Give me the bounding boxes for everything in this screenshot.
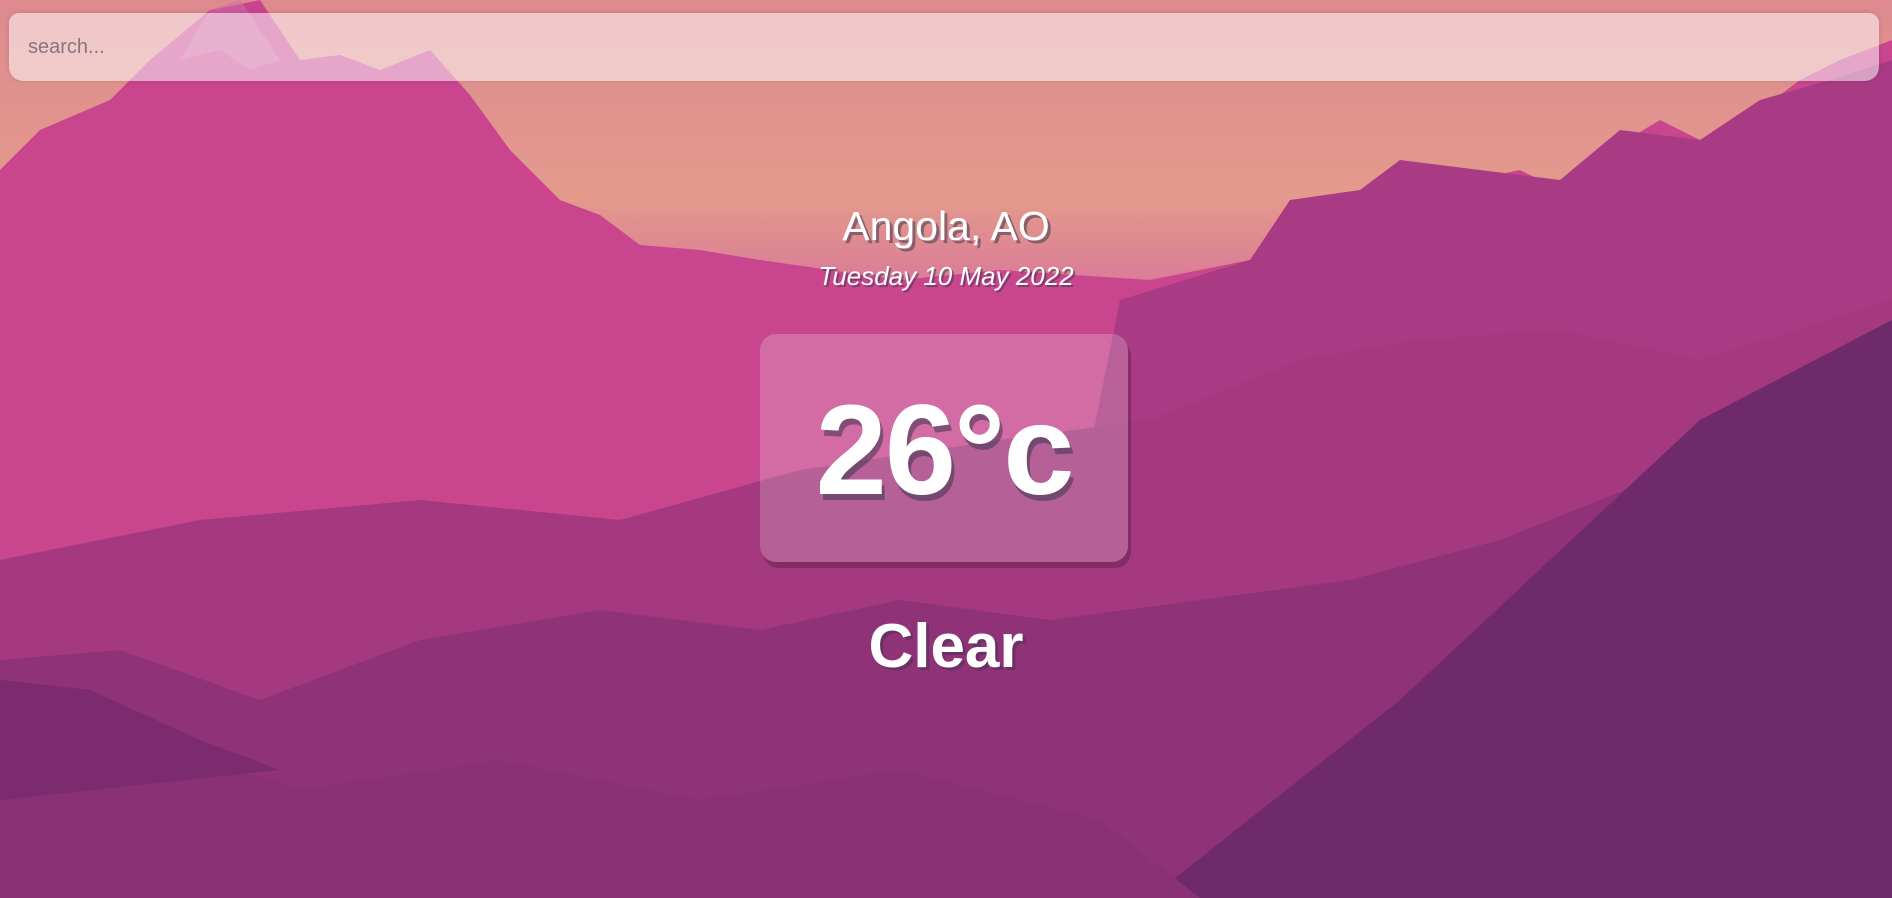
temperature-value: 26°c [815,379,1075,522]
weather-app: Angola, AO Tuesday 10 May 2022 26°c Clea… [0,0,1892,898]
location-name: Angola, AO [842,203,1050,249]
temperature-card: 26°c [760,334,1128,562]
current-date: Tuesday 10 May 2022 [818,261,1074,291]
search-bar [9,13,1879,81]
search-input[interactable] [9,13,1879,81]
weather-condition: Clear [868,612,1024,681]
